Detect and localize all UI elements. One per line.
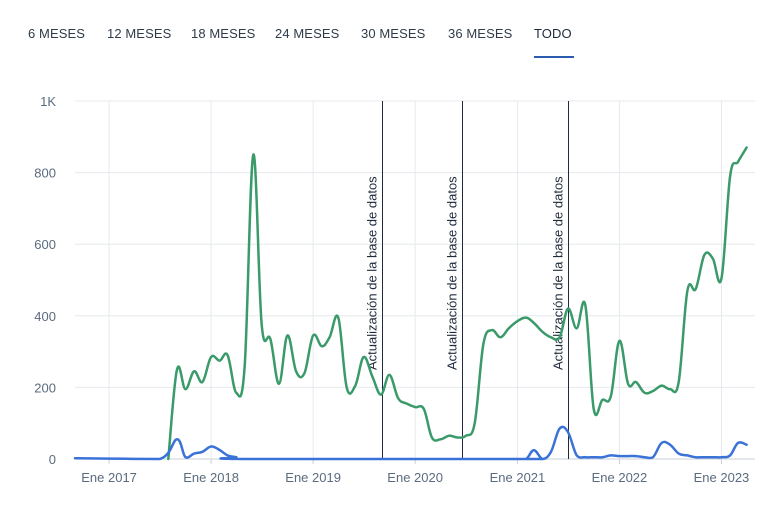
x-tick-label: Ene 2019 bbox=[285, 470, 341, 485]
y-tick-label: 600 bbox=[34, 237, 56, 252]
annotation-label: Actualización de la base de datos bbox=[365, 176, 380, 370]
x-axis: Ene 2017 Ene 2018 Ene 2019 Ene 2020 Ene 2021… bbox=[81, 459, 749, 485]
y-tick-label: 1K bbox=[40, 94, 56, 109]
x-tick-label: Ene 2017 bbox=[81, 470, 137, 485]
annotation-label: Actualización de la base de datos bbox=[551, 176, 566, 370]
annotations: Actualización de la base de datos Actuali… bbox=[365, 101, 569, 459]
x-tick-label: Ene 2018 bbox=[183, 470, 239, 485]
x-tick-label: Ene 2022 bbox=[592, 470, 648, 485]
y-tick-label: 800 bbox=[34, 166, 56, 181]
y-tick-label: 0 bbox=[49, 452, 56, 467]
x-tick-label: Ene 2020 bbox=[387, 470, 443, 485]
x-tick-label: Ene 2021 bbox=[490, 470, 546, 485]
grid-lines bbox=[75, 100, 755, 460]
y-tick-label: 200 bbox=[34, 380, 56, 395]
series-line-blue bbox=[73, 425, 748, 461]
annotation-label: Actualización de la base de datos bbox=[445, 176, 460, 370]
series bbox=[73, 146, 748, 461]
y-axis: 0 200 400 600 800 1K bbox=[34, 94, 56, 467]
line-chart: 0 200 400 600 800 1K Ene 2017 Ene 2018 Ene 2019… bbox=[34, 94, 755, 485]
x-tick-label: Ene 2023 bbox=[694, 470, 750, 485]
y-tick-label: 400 bbox=[34, 309, 56, 324]
